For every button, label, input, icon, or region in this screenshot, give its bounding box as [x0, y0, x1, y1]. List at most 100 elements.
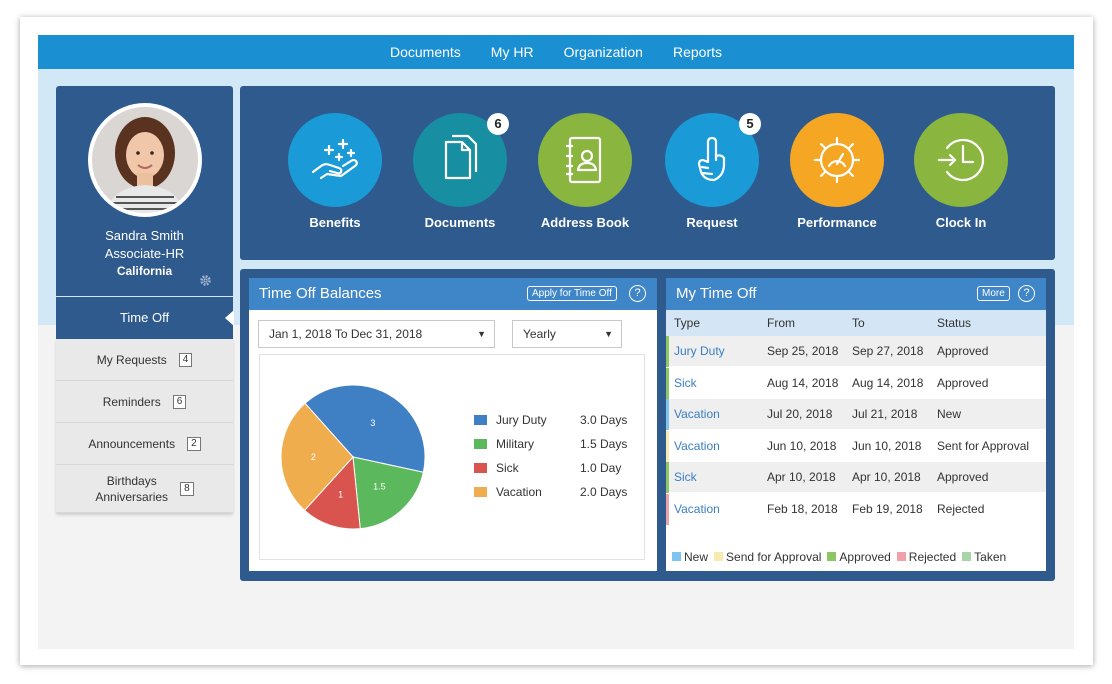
- sidebar-list: My Requests 4 Reminders 6 Announcements …: [56, 339, 233, 513]
- tile-benefits[interactable]: Benefits: [287, 113, 383, 230]
- address-book-icon: [566, 136, 602, 184]
- column-status: Status: [937, 316, 972, 330]
- gear-icon[interactable]: [199, 274, 213, 288]
- table-row[interactable]: Vacation Jun 10, 2018 Jun 10, 2018 Sent for…: [666, 430, 1046, 462]
- sidebar-item-label: Time Off: [119, 310, 170, 325]
- label-line-2: Anniversaries: [95, 489, 169, 504]
- legend-label: Military: [496, 437, 534, 451]
- legend-item-jury-duty: Jury Duty 3.0 Days: [474, 413, 627, 427]
- time-off-balances-card: Time Off Balances Apply for Time Off ? J…: [249, 278, 657, 571]
- status-legend: New Send for Approval Approved Rejected Take…: [672, 550, 1006, 564]
- cell-status: Rejected: [937, 502, 985, 516]
- hand-sparkle-icon: [311, 138, 358, 180]
- table-header: Type From To Status: [666, 310, 1046, 336]
- table-row[interactable]: Jury Duty Sep 25, 2018 Sep 27, 2018 Approve…: [666, 336, 1046, 367]
- legend-swatch: [962, 552, 972, 561]
- column-from: From: [767, 316, 795, 330]
- cell-from: Feb 18, 2018: [767, 502, 838, 516]
- table-row[interactable]: Vacation Feb 18, 2018 Feb 19, 2018 Rejected: [666, 494, 1046, 525]
- sidebar-item-label: Announcements: [88, 436, 176, 451]
- cell-type[interactable]: Sick: [674, 462, 697, 493]
- legend-swatch: [896, 552, 906, 561]
- cell-type[interactable]: Jury Duty: [674, 336, 725, 367]
- table-row[interactable]: Sick Aug 14, 2018 Aug 14, 2018 Approved: [666, 367, 1046, 399]
- sidebar-item-birthdays-anniversaries[interactable]: Birthdays Anniversaries 8: [56, 465, 233, 513]
- help-icon[interactable]: ?: [1018, 285, 1035, 302]
- more-button[interactable]: More: [977, 286, 1010, 301]
- legend-label: Sick: [496, 461, 519, 475]
- status-color-bar: [666, 462, 669, 494]
- chevron-down-icon: ▼: [477, 329, 486, 339]
- count-badge: 6: [172, 394, 187, 409]
- table-row[interactable]: Sick Apr 10, 2018 Apr 10, 2018 Approved: [666, 462, 1046, 494]
- date-range-select[interactable]: Jan 1, 2018 To Dec 31, 2018 ▼: [258, 320, 495, 348]
- legend-label: Vacation: [496, 485, 542, 499]
- cell-type[interactable]: Vacation: [674, 494, 720, 525]
- tile-address-book[interactable]: Address Book: [537, 113, 633, 230]
- legend-item: Rejected: [896, 550, 956, 564]
- cell-from: Jul 20, 2018: [767, 407, 833, 422]
- cell-status: New: [937, 407, 962, 422]
- hr-app: Documents My HR Organization Reports San…: [38, 35, 1074, 649]
- sidebar-item-my-requests[interactable]: My Requests 4: [56, 339, 233, 381]
- table-row[interactable]: Vacation Jul 20, 2018 Jul 21, 2018 New: [666, 399, 1046, 431]
- status-color-bar: [666, 399, 669, 431]
- hand-raise-icon: [697, 136, 726, 182]
- status-color-bar: [666, 494, 669, 525]
- nav-organization[interactable]: Organization: [549, 35, 658, 69]
- cell-status: Approved: [937, 344, 989, 358]
- legend-label: New: [684, 550, 709, 564]
- apply-time-off-button[interactable]: Apply for Time Off: [527, 286, 617, 301]
- period-value: Yearly: [523, 327, 556, 341]
- pie-value-label: 1: [338, 490, 343, 500]
- help-icon[interactable]: ?: [629, 285, 646, 302]
- legend-swatch: [714, 552, 724, 561]
- tile-label: Request: [686, 215, 738, 230]
- active-pointer: [225, 310, 234, 326]
- tile-documents[interactable]: 6 Documents: [412, 113, 509, 230]
- cell-status: Approved: [937, 375, 989, 390]
- nav-reports[interactable]: Reports: [658, 35, 737, 69]
- pie-chart-area: 3 1.5 1 2 Jury Duty 3.0 Days Military 1.5 D…: [259, 354, 645, 560]
- legend-label: Taken: [974, 550, 1007, 564]
- cell-from: Apr 10, 2018: [767, 470, 836, 485]
- card-header: My Time Off More ?: [666, 278, 1046, 310]
- nav-documents[interactable]: Documents: [375, 35, 476, 69]
- my-time-off-card: My Time Off More ? Type From To Status J…: [666, 278, 1046, 571]
- cell-type[interactable]: Vacation: [674, 399, 720, 430]
- legend-value: 1.5 Days: [580, 437, 628, 451]
- tile-request[interactable]: 5 Request: [664, 113, 761, 230]
- legend-value: 2.0 Days: [580, 485, 628, 499]
- tile-performance[interactable]: Performance: [789, 113, 885, 230]
- legend-item: Taken: [962, 550, 1006, 564]
- cell-to: Sep 27, 2018: [852, 344, 924, 358]
- tile-clock-in[interactable]: Clock In: [913, 113, 1009, 230]
- cell-type[interactable]: Sick: [674, 368, 697, 399]
- cell-from: Aug 14, 2018: [767, 375, 839, 390]
- sidebar-item-label: Birthdays Anniversaries: [95, 473, 168, 505]
- tile-label: Documents: [424, 215, 496, 230]
- legend-label: Approved: [839, 550, 891, 564]
- legend-item-vacation: Vacation 2.0 Days: [474, 485, 627, 499]
- nav-my-hr[interactable]: My HR: [476, 35, 549, 69]
- date-range-value: Jan 1, 2018 To Dec 31, 2018: [269, 327, 423, 341]
- cell-to: Apr 10, 2018: [852, 470, 921, 485]
- gauge-gear-icon: [813, 136, 861, 184]
- count-badge: 4: [178, 352, 193, 367]
- benefits-circle: [288, 113, 382, 207]
- card-title: Time Off Balances: [259, 285, 382, 302]
- legend-swatch: [474, 439, 487, 449]
- cell-to: Jul 21, 2018: [852, 407, 918, 422]
- legend-label: Send for Approval: [726, 550, 822, 564]
- sidebar-item-reminders[interactable]: Reminders 6: [56, 381, 233, 423]
- period-select[interactable]: Yearly ▼: [512, 320, 622, 348]
- sidebar-item-announcements[interactable]: Announcements 2: [56, 423, 233, 465]
- sidebar-item-time-off[interactable]: Time Off: [56, 297, 234, 339]
- status-color-bar: [666, 367, 669, 399]
- count-badge: 8: [180, 481, 194, 496]
- cell-type[interactable]: Vacation: [674, 431, 720, 462]
- avatar[interactable]: [88, 103, 202, 217]
- lower-panel: Time Off Balances Apply for Time Off ? J…: [240, 269, 1055, 581]
- label-line-1: Birthdays: [106, 473, 157, 488]
- legend-item: Send for Approval: [714, 550, 821, 564]
